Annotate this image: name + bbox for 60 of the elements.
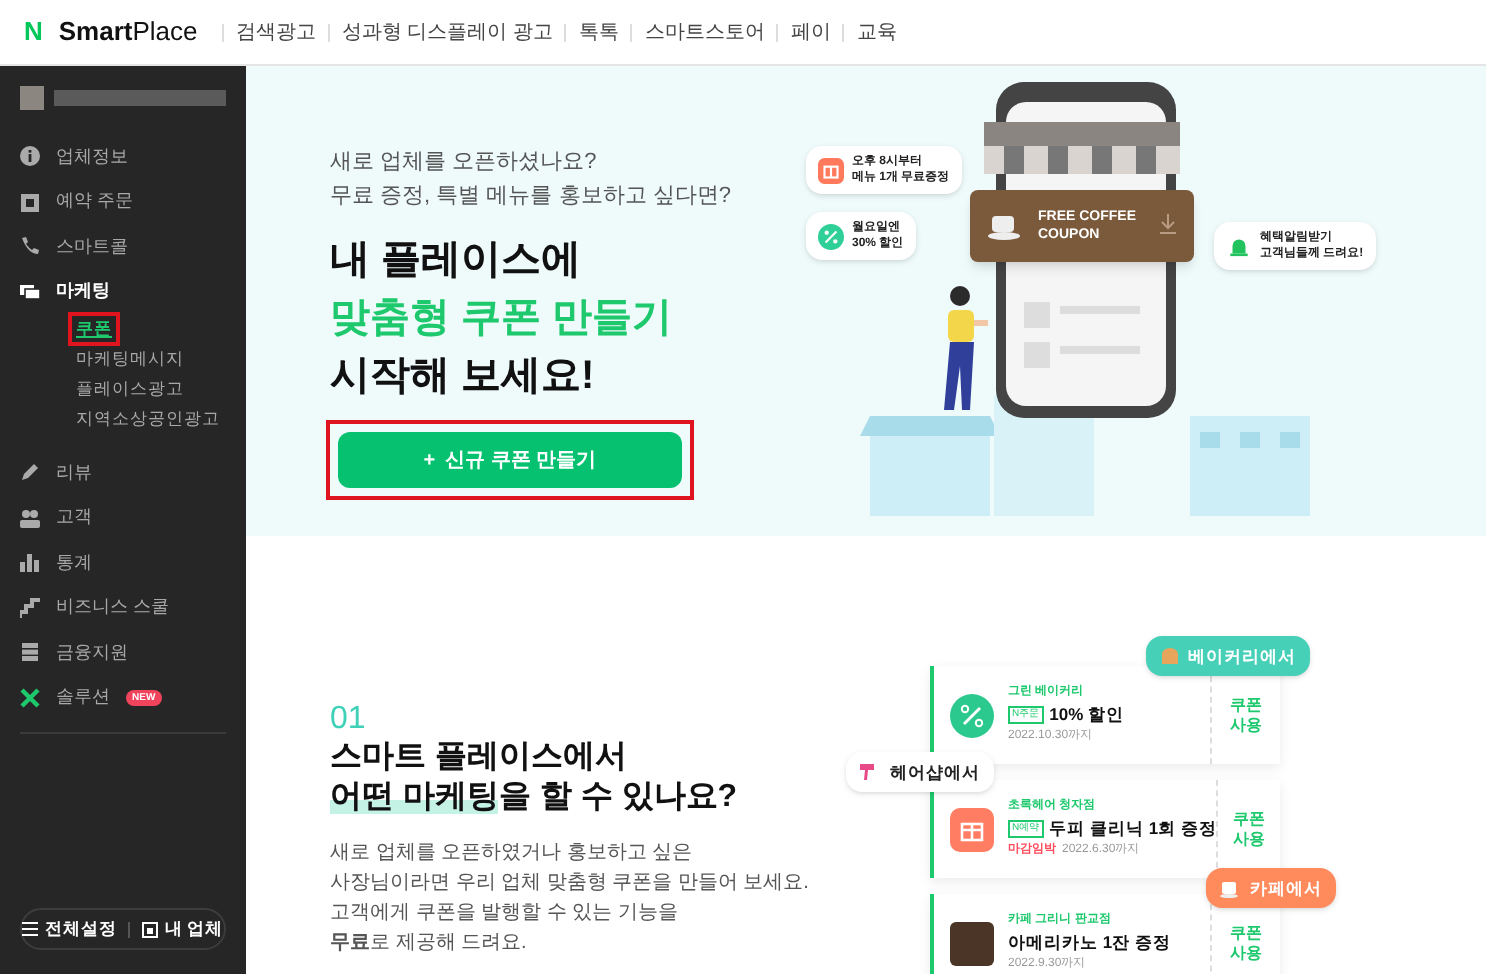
coupon-title: 아메리카노 1잔 증정 — [1008, 932, 1171, 954]
section-number: 01 — [330, 702, 368, 738]
coupon-title: 10% 할인 — [1049, 704, 1124, 726]
percent-badge-icon — [950, 693, 994, 737]
gift-icon — [818, 157, 844, 183]
submenu-item[interactable]: 지역소상공인광고 — [72, 406, 224, 432]
pen-icon — [20, 462, 40, 483]
bread-icon — [1160, 646, 1180, 666]
nav-link[interactable]: 검색광고 — [235, 17, 316, 47]
intro-text: 무료 증정, 특별 메뉴를 홍보하고 싶다면? — [330, 182, 733, 212]
sidebar-item[interactable]: 비즈니스 스쿨 — [20, 585, 226, 630]
nav-link[interactable]: 교육 — [856, 17, 897, 47]
intro-text: 새로 업체를 오픈하셨나요? — [330, 148, 599, 178]
submenu-item[interactable]: 쿠폰 — [72, 316, 116, 342]
chart-icon — [20, 552, 40, 573]
menu-icon — [22, 922, 39, 936]
nav-link[interactable]: 성과형 디스플레이 광고 — [341, 17, 553, 47]
sidebar-item[interactable]: 스마트콜 — [20, 224, 226, 269]
coupon-title: 두피 클리닉 1회 증정 — [1049, 818, 1217, 840]
store-icon — [142, 921, 159, 937]
nav-link[interactable]: 페이 — [790, 17, 831, 47]
footer-button[interactable]: 내 업체 — [142, 916, 224, 942]
percent-icon — [818, 223, 844, 249]
stack-icon — [20, 642, 40, 663]
sidebar-item[interactable]: 통계 — [20, 540, 226, 585]
headline-text: 내 플레이스에 — [330, 236, 584, 286]
bell-icon — [1226, 233, 1252, 259]
section-title: 스마트 플레이스에서 — [330, 738, 629, 778]
headline-text: 맞춤형 쿠폰 만들기 — [330, 294, 675, 344]
people-icon — [20, 507, 40, 528]
headline-text: 시작해 보세요! — [330, 352, 597, 402]
sidebar-item[interactable]: 예약 주문 — [20, 179, 226, 224]
nav-link[interactable]: 스마트스토어 — [644, 17, 765, 47]
coffee-cup-icon — [1220, 878, 1242, 898]
phone-icon — [20, 236, 40, 257]
steps-icon — [20, 597, 40, 618]
category-tag: 카페에서 — [1206, 868, 1336, 908]
coffee-cup-icon — [986, 210, 1026, 242]
sidebar-item[interactable]: 업체정보 — [20, 134, 226, 179]
section-paragraph: 새로 업체를 오픈하였거나 홍보하고 싶은 사장님이라면 우리 업체 맞춤형 쿠폰을 만들어 보세요. 고객에게 쿠폰을 발행할 수 있는 기능을 무료로 제공해 드려요. — [330, 840, 811, 958]
cards-icon — [20, 281, 40, 302]
nav-link[interactable]: 톡톡 — [578, 17, 619, 47]
footer-button[interactable]: 전체설정 — [22, 916, 117, 942]
download-icon — [1158, 214, 1178, 234]
section-title: 어떤 마케팅을 할 수 있나요? — [330, 778, 740, 818]
photo-placeholder — [950, 921, 994, 965]
submenu-item[interactable]: 마케팅메시지 — [72, 346, 188, 372]
cross-icon — [20, 687, 40, 708]
calendar-icon — [20, 191, 40, 212]
sidebar-item[interactable]: 리뷰 — [20, 450, 226, 495]
avatar-placeholder — [20, 86, 44, 110]
brand-name[interactable]: SmartPlace — [58, 12, 198, 52]
sidebar-item[interactable]: 고객 — [20, 495, 226, 540]
info-icon — [20, 146, 40, 167]
category-tag: 헤어샵에서 — [846, 752, 994, 792]
sidebar-item[interactable]: 마케팅 — [20, 269, 226, 314]
category-tag: 베이커리에서 — [1146, 636, 1310, 676]
sidebar-item[interactable]: 금융지원 — [20, 630, 226, 675]
gift-icon — [950, 807, 994, 851]
submenu-item[interactable]: 플레이스광고 — [72, 376, 188, 402]
